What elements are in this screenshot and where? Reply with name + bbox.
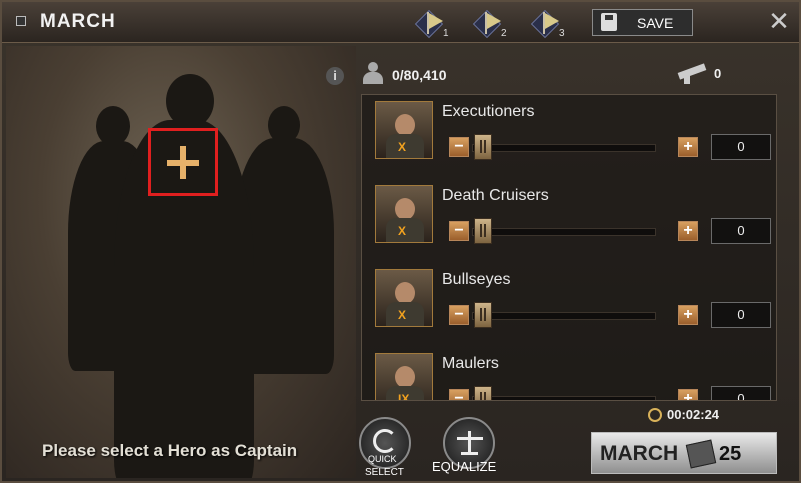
- troop-slider-handle[interactable]: [474, 386, 492, 400]
- troop-portrait: X: [375, 101, 433, 159]
- decrease-button[interactable]: −: [449, 389, 469, 400]
- weapon-icon: [677, 62, 708, 84]
- troop-list[interactable]: X Executioners − + 0 X Death Cruisers − …: [361, 94, 777, 401]
- captain-prompt: Please select a Hero as Captain: [42, 441, 298, 460]
- troop-row-maulers: IX Maulers − + 0: [362, 349, 776, 401]
- info-icon[interactable]: i: [326, 67, 344, 85]
- march-cost: 25: [719, 443, 742, 465]
- preset-number: 1: [443, 28, 449, 39]
- troop-count-input[interactable]: 0: [711, 134, 771, 160]
- troop-name: Bullseyes: [442, 271, 511, 288]
- troop-portrait: X: [375, 185, 433, 243]
- add-hero-button[interactable]: [148, 128, 218, 196]
- hero-selection-area: [6, 46, 356, 478]
- hero-silhouette-left-head: [96, 106, 130, 146]
- window-pin-icon: [16, 16, 26, 26]
- increase-button[interactable]: +: [678, 137, 698, 157]
- decrease-button[interactable]: −: [449, 137, 469, 157]
- troop-slider-track[interactable]: [472, 228, 656, 236]
- march-button[interactable]: MARCH 25: [591, 432, 777, 474]
- equalize-label: EQUALIZE: [432, 459, 497, 474]
- troop-row-bullseyes: X Bullseyes − + 0: [362, 265, 776, 349]
- troop-slider-track[interactable]: [472, 396, 656, 400]
- window-title: MARCH: [40, 11, 116, 32]
- preset-3-button[interactable]: 3: [530, 8, 567, 40]
- preset-2-button[interactable]: 2: [472, 8, 509, 40]
- troop-slider-handle[interactable]: [474, 302, 492, 328]
- close-icon[interactable]: ✕: [767, 8, 791, 34]
- increase-button[interactable]: +: [678, 221, 698, 241]
- troop-row-death-cruisers: X Death Cruisers − + 0: [362, 181, 776, 265]
- tier-badge: X: [398, 140, 407, 154]
- save-disk-icon: [601, 13, 617, 31]
- troop-portrait: X: [375, 269, 433, 327]
- decrease-button[interactable]: −: [449, 221, 469, 241]
- save-label: SAVE: [637, 15, 674, 31]
- title-bar: MARCH 1 2 3 SAVE ✕: [2, 2, 799, 43]
- increase-button[interactable]: +: [678, 305, 698, 325]
- preset-number: 3: [559, 28, 565, 39]
- quick-select-icon: [373, 429, 397, 453]
- stamina-ticket-icon: [685, 439, 717, 469]
- troop-name: Maulers: [442, 355, 499, 372]
- increase-button[interactable]: +: [678, 389, 698, 400]
- quick-select-label-line1: QUICK: [368, 454, 397, 464]
- decrease-button[interactable]: −: [449, 305, 469, 325]
- scale-icon: [468, 431, 471, 453]
- troop-slider-track[interactable]: [472, 312, 656, 320]
- save-button[interactable]: SAVE: [592, 9, 693, 36]
- preset-number: 2: [501, 28, 507, 39]
- tier-badge: X: [398, 308, 407, 322]
- quick-select-label-line2: SELECT: [365, 467, 404, 478]
- troop-count-input[interactable]: 0: [711, 218, 771, 244]
- troop-slider-track[interactable]: [472, 144, 656, 152]
- weapon-count: 0: [714, 66, 722, 81]
- troop-slider-handle[interactable]: [474, 134, 492, 160]
- troop-row-executioners: X Executioners − + 0: [362, 97, 776, 181]
- troop-name: Executioners: [442, 103, 535, 120]
- troop-count-input[interactable]: 0: [711, 302, 771, 328]
- troop-portrait: IX: [375, 353, 433, 401]
- stopwatch-icon: [648, 408, 662, 422]
- capacity-value: 0/80,410: [392, 67, 447, 83]
- troop-count-input[interactable]: 0: [711, 386, 771, 400]
- tier-badge: IX: [398, 392, 410, 401]
- soldier-icon: [360, 60, 386, 86]
- march-window: MARCH 1 2 3 SAVE ✕ i Please select a Her…: [0, 0, 801, 483]
- tier-badge: X: [398, 224, 407, 238]
- troop-name: Death Cruisers: [442, 187, 549, 204]
- timer-value: 00:02:24: [667, 407, 720, 422]
- troop-slider-handle[interactable]: [474, 218, 492, 244]
- march-label: MARCH: [600, 442, 679, 465]
- preset-1-button[interactable]: 1: [414, 8, 451, 40]
